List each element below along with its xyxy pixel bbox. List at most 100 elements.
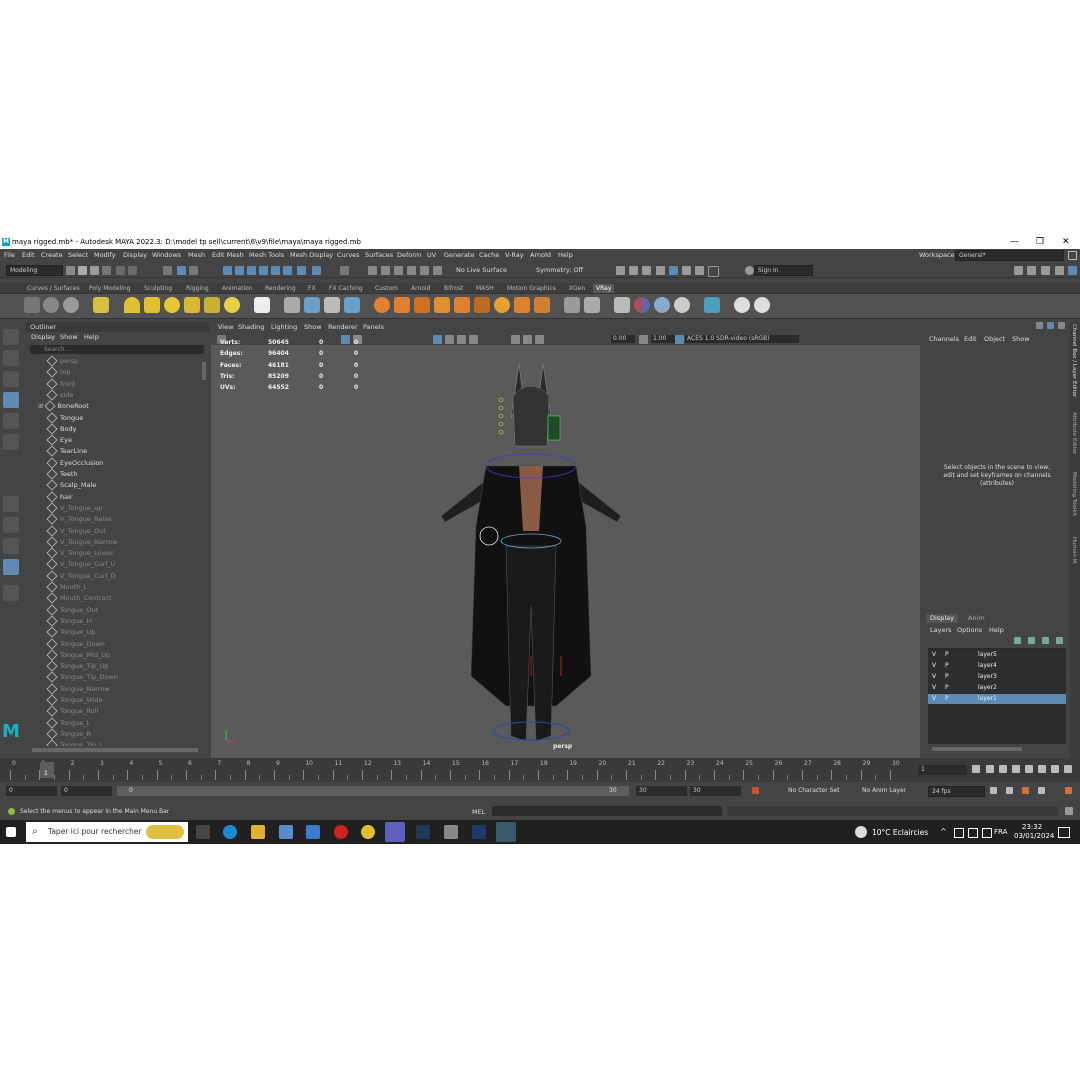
menu-file[interactable]: File (4, 251, 15, 259)
step-forward-key-icon[interactable] (1051, 765, 1059, 773)
scene-start-field[interactable]: 0 (6, 786, 57, 796)
menu-mesh-tools[interactable]: Mesh Tools (249, 251, 284, 259)
layer-playback-toggle[interactable]: P (945, 650, 949, 660)
outliner-item[interactable]: Tongue_Roll (46, 705, 98, 717)
vray-mtl-icon[interactable] (374, 297, 390, 313)
outliner-item[interactable]: Tongue_Tip_Down (46, 671, 118, 684)
outliner-menu-help[interactable]: Help (84, 333, 99, 341)
shelf-tab-mash[interactable]: MASH (473, 284, 497, 293)
dome-light-icon[interactable] (124, 297, 140, 313)
go-to-end-icon[interactable] (1064, 765, 1072, 773)
side-tab-modeling-toolkit[interactable]: Modeling Toolkit (1071, 472, 1077, 516)
opera-icon[interactable] (334, 825, 348, 839)
app-icon[interactable] (444, 825, 458, 839)
view-transform-dropdown[interactable]: ACES 1.0 SDR-video (sRGB) (685, 335, 799, 343)
symmetry-label[interactable]: Symmetry: Off (536, 266, 583, 274)
command-language-label[interactable]: MEL (472, 808, 485, 816)
vp-menu-renderer[interactable]: Renderer (328, 323, 358, 331)
select-object-icon[interactable] (177, 266, 186, 275)
rotate-tool-icon[interactable] (3, 413, 19, 429)
play-backward-icon[interactable] (1012, 765, 1020, 773)
scene-import-icon[interactable] (304, 297, 320, 313)
hypershade-icon[interactable] (616, 266, 625, 275)
outliner-item[interactable]: Tongue_L (46, 716, 90, 729)
photoshop-icon[interactable] (472, 825, 486, 839)
snap-surface-icon[interactable] (271, 266, 280, 275)
cb-option-icon-2[interactable] (1047, 322, 1054, 329)
outliner-item[interactable]: Tongue_Tip_L (46, 739, 103, 746)
history-icon[interactable] (340, 266, 349, 275)
task-view-icon[interactable] (196, 825, 210, 839)
switch-mtl-icon[interactable] (494, 297, 510, 313)
redo-icon[interactable] (128, 266, 137, 275)
color-mapping-icon[interactable] (634, 297, 650, 313)
shelf-tab-sculpting[interactable]: Sculpting (141, 284, 175, 293)
mail-icon[interactable] (306, 825, 320, 839)
outliner-item[interactable]: EyeOcclusion (46, 457, 103, 469)
open-scene-icon[interactable] (78, 266, 87, 275)
outliner-search-field[interactable]: Search... (30, 345, 204, 354)
cb-option-icon-1[interactable] (1036, 322, 1043, 329)
outliner-item[interactable]: hair (46, 490, 73, 503)
sound-icon[interactable] (1006, 787, 1013, 794)
snap-live-icon[interactable] (297, 266, 306, 275)
ies-light-icon[interactable] (204, 297, 220, 313)
displacement-icon[interactable] (514, 297, 530, 313)
outliner-item[interactable]: V_Tongue_Curl_D (46, 570, 116, 582)
attribute-editor-icon[interactable] (1027, 266, 1036, 275)
vp-menu-panels[interactable]: Panels (363, 323, 384, 331)
car-paint-icon[interactable] (434, 297, 450, 313)
exposure-field[interactable]: 0.00 (611, 335, 635, 343)
select-tool-icon[interactable] (3, 329, 19, 345)
step-forward-frame-icon[interactable] (1038, 765, 1046, 773)
four-view-icon[interactable] (3, 517, 19, 533)
vp-menu-show[interactable]: Show (304, 323, 322, 331)
shelf-tab-fx[interactable]: FX (305, 284, 319, 293)
tool-settings-icon[interactable] (1041, 266, 1050, 275)
character-model[interactable] (381, 346, 681, 758)
outliner-item[interactable]: Tongue_Narrow (46, 683, 110, 695)
layer-row[interactable]: V P layer5 (928, 650, 1066, 660)
outliner-item[interactable]: Tongue_Mid_Up (46, 649, 110, 661)
clock-time[interactable]: 23:32 (1022, 823, 1042, 831)
outliner-item[interactable]: Mouth_Contract (46, 592, 112, 604)
maya-taskbar-icon[interactable] (496, 822, 516, 842)
menu-select[interactable]: Select (68, 251, 88, 259)
menu-uv[interactable]: UV (427, 251, 436, 259)
menu-arnold[interactable]: Arnold (530, 251, 551, 259)
outliner-item[interactable]: persp (46, 356, 78, 367)
menu-edit-mesh[interactable]: Edit Mesh (212, 251, 244, 259)
cb-option-icon-3[interactable] (1058, 322, 1065, 329)
shelf-tab-vray[interactable]: VRay (593, 284, 615, 293)
edge-icon[interactable] (223, 825, 237, 839)
character-set-label[interactable]: No Character Set (788, 787, 839, 794)
vp-menu-view[interactable]: View (218, 323, 233, 331)
shelf-tab-fx-caching[interactable]: FX Caching (326, 284, 366, 293)
time-slider[interactable]: 0123456789101112131415161718192021222324… (0, 758, 1080, 782)
outliner-h-scrollbar[interactable] (32, 748, 198, 752)
steam-icon[interactable] (416, 825, 430, 839)
select-component-icon[interactable] (189, 266, 198, 275)
cb-menu-show[interactable]: Show (1012, 335, 1030, 343)
side-tab-channel-box[interactable]: Channel Box / Layer Editor (1071, 324, 1077, 397)
menu-set-dropdown[interactable]: Modeling (6, 265, 63, 276)
shelf-tab-poly-modeling[interactable]: Poly Modeling (86, 284, 134, 293)
side-tab-human-ik[interactable]: Human IK (1071, 537, 1077, 564)
color-management-icon[interactable] (675, 335, 684, 344)
menu-mesh[interactable]: Mesh (188, 251, 205, 259)
workspace-dropdown[interactable]: General* (955, 250, 1064, 261)
layer-visible-toggle[interactable]: V (932, 650, 936, 660)
outliner-item[interactable]: V_Tongue_Curl_U (46, 558, 115, 571)
fur-icon[interactable] (324, 297, 340, 313)
outliner-item[interactable]: side (46, 389, 73, 401)
ipr-render-icon[interactable] (420, 266, 429, 275)
menu-create[interactable]: Create (41, 251, 63, 259)
single-view-icon[interactable] (3, 496, 19, 512)
time-ruler[interactable]: 0123456789101112131415161718192021222324… (10, 760, 908, 780)
snap-point-icon[interactable] (247, 266, 256, 275)
mesh-light-icon[interactable] (184, 297, 200, 313)
shelf-tab-rigging[interactable]: Rigging (183, 284, 212, 293)
isolate-icon[interactable] (523, 335, 532, 344)
vray-settings-icon[interactable] (614, 297, 630, 313)
notifications-icon[interactable] (1058, 827, 1070, 838)
